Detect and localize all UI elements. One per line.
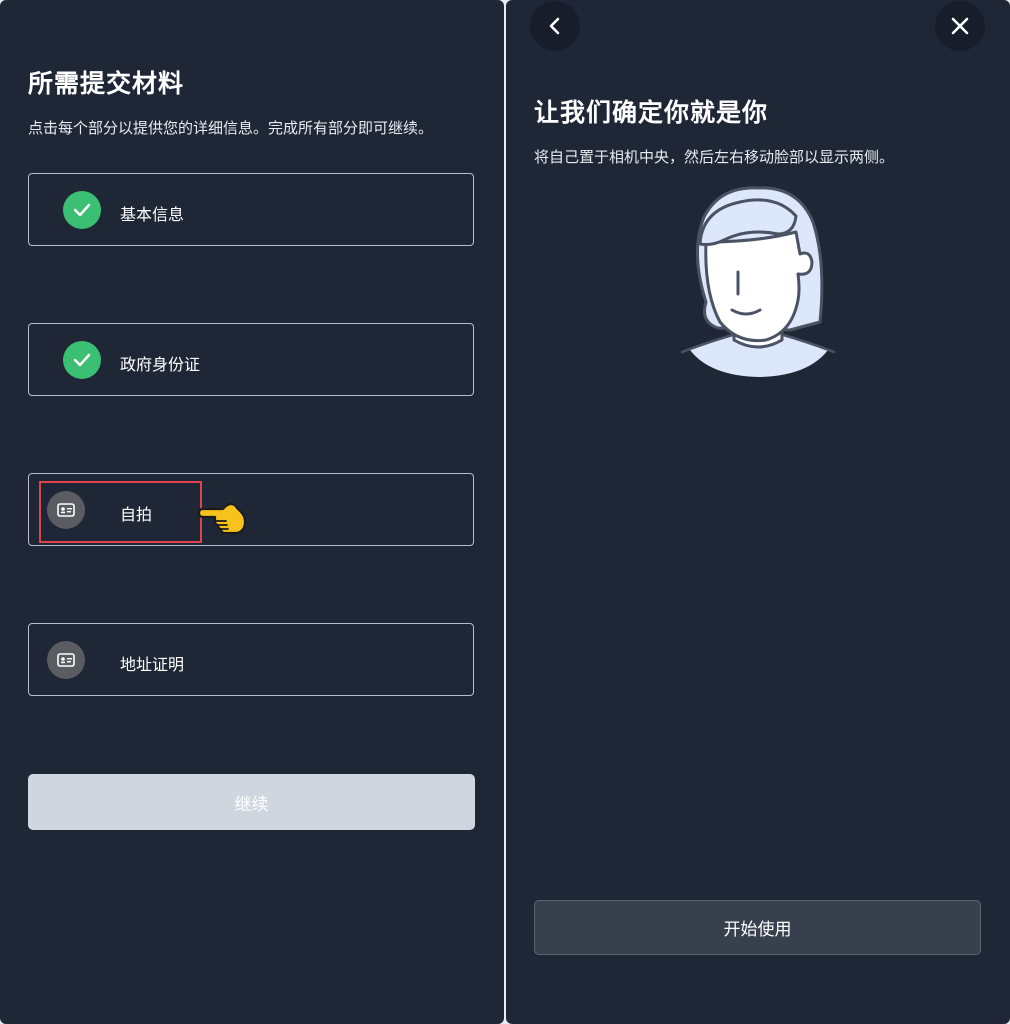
pointing-hand-icon — [197, 498, 249, 538]
close-button[interactable] — [935, 1, 985, 51]
section-government-id[interactable]: 政府身份证 — [28, 323, 474, 396]
page-title: 让我们确定你就是你 — [534, 98, 769, 127]
check-icon — [63, 341, 101, 379]
page-title: 所需提交材料 — [28, 69, 185, 98]
face-avatar-illustration — [678, 182, 838, 382]
page-subtitle: 将自己置于相机中央，然后左右移动脸部以显示两侧。 — [534, 148, 895, 166]
check-icon — [63, 191, 101, 229]
close-icon — [951, 17, 969, 35]
start-button[interactable]: 开始使用 — [534, 900, 981, 955]
section-label: 政府身份证 — [120, 355, 201, 374]
continue-button[interactable]: 继续 — [28, 774, 475, 830]
required-documents-screen: 所需提交材料 点击每个部分以提供您的详细信息。完成所有部分即可继续。 基本信息 … — [0, 0, 504, 1024]
highlight-annotation — [39, 481, 202, 543]
back-button[interactable] — [530, 1, 580, 51]
section-address-proof[interactable]: 地址证明 — [28, 623, 474, 696]
section-label: 地址证明 — [120, 655, 185, 674]
section-selfie[interactable]: 自拍 — [28, 473, 474, 546]
chevron-left-icon — [549, 17, 560, 35]
page-subtitle: 点击每个部分以提供您的详细信息。完成所有部分即可继续。 — [28, 119, 434, 137]
id-card-icon — [47, 641, 85, 679]
section-basic-info[interactable]: 基本信息 — [28, 173, 474, 246]
section-label: 基本信息 — [120, 205, 185, 224]
selfie-intro-screen: 让我们确定你就是你 将自己置于相机中央，然后左右移动脸部以显示两侧。 开始使用 — [506, 0, 1010, 1024]
